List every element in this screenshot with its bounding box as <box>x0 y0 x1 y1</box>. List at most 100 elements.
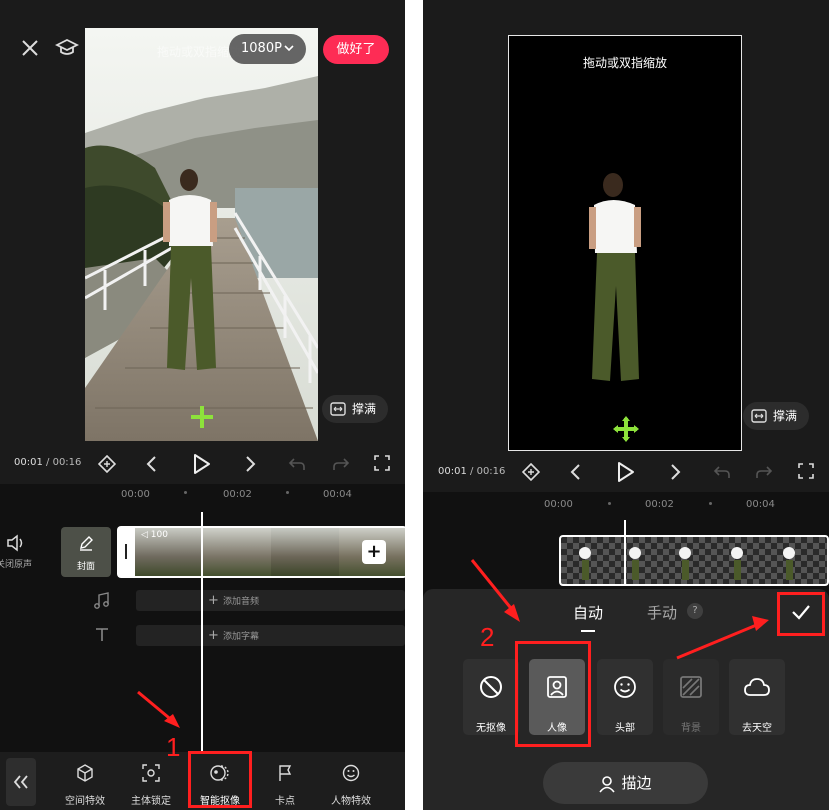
smile-face-icon <box>613 675 637 699</box>
tab-indicator <box>581 630 595 632</box>
add-caption-label: 添加字幕 <box>223 632 260 642</box>
right-cutout-screen: 拖动或双指缩放 撑满 00:01 / 00:16 00:00 00:02 00:… <box>423 0 829 810</box>
time-current: 00:01 <box>438 466 467 477</box>
fill-button[interactable]: 撑满 <box>743 402 809 430</box>
resolution-value: 1080P <box>241 41 282 56</box>
playhead[interactable] <box>201 512 203 757</box>
cutout-clip[interactable] <box>559 535 829 586</box>
clip-volume: ◁ 100 <box>141 530 168 540</box>
redo-icon[interactable] <box>332 455 350 473</box>
timeline-dot <box>709 502 712 505</box>
tool-label: 空间特效 <box>65 796 105 807</box>
done-button[interactable]: 做好了 <box>323 35 389 64</box>
time-separator: / <box>470 466 474 477</box>
move-marker-icon[interactable] <box>190 405 214 429</box>
focus-target-icon <box>142 764 160 782</box>
undo-icon[interactable] <box>288 455 306 473</box>
music-note-icon <box>93 592 111 610</box>
option-no-cutout[interactable]: 无抠像 <box>463 659 519 735</box>
tool-smart-cutout[interactable]: 智能抠像 <box>192 764 248 807</box>
tool-label: 人物特效 <box>331 796 371 807</box>
prohibited-icon <box>479 675 503 699</box>
time-readout: 00:01 / 00:16 <box>438 466 505 477</box>
next-frame-icon[interactable] <box>668 463 682 481</box>
option-label: 人像 <box>547 723 567 734</box>
play-icon[interactable] <box>193 453 211 475</box>
playhead[interactable] <box>624 520 626 586</box>
tool-label: 智能抠像 <box>200 796 240 807</box>
clip-volume-value: 100 <box>150 530 168 540</box>
fullscreen-icon[interactable] <box>374 455 390 471</box>
time-separator: / <box>46 457 50 468</box>
fullscreen-icon[interactable] <box>798 463 814 479</box>
prev-frame-icon[interactable] <box>569 463 583 481</box>
speaker-icon[interactable] <box>6 534 26 552</box>
check-icon[interactable] <box>791 603 811 621</box>
tool-people-effect[interactable]: 人物特效 <box>326 764 376 807</box>
tutorial-cap-icon[interactable] <box>55 38 79 58</box>
timeline-tick: 00:04 <box>323 489 352 500</box>
left-editor-screen: 拖动或双指缩放 1080P 做好了 撑满 00:01 / 00:16 00:00… <box>0 0 405 810</box>
tool-space-effect[interactable]: 空间特效 <box>60 764 110 807</box>
fill-label: 撑满 <box>352 402 377 416</box>
prev-frame-icon[interactable] <box>145 455 159 473</box>
next-frame-icon[interactable] <box>243 455 257 473</box>
add-audio-track[interactable]: + 添加音频 <box>136 590 405 611</box>
play-icon[interactable] <box>617 461 635 483</box>
add-audio-label: 添加音频 <box>223 597 260 607</box>
timeline-tick: 00:00 <box>544 499 573 510</box>
annotation-number: 2 <box>480 622 495 652</box>
cutout-icon <box>210 764 230 782</box>
timeline-dot <box>608 502 611 505</box>
keyframe-icon[interactable] <box>98 455 116 473</box>
clip-frame <box>271 528 339 576</box>
clip-handle-left[interactable] <box>125 544 127 559</box>
cutout-preview[interactable]: 拖动或双指缩放 <box>508 35 742 451</box>
annotation-number: 1 <box>166 732 181 762</box>
video-clip[interactable]: ◁ 100 + <box>117 526 405 578</box>
cover-thumb[interactable]: 封面 <box>61 527 111 577</box>
video-preview[interactable]: 拖动或双指缩放 <box>85 28 318 441</box>
move-cross-icon[interactable] <box>613 416 639 442</box>
background-slash-icon <box>679 675 703 699</box>
undo-icon[interactable] <box>713 463 731 481</box>
clip-person-frames <box>579 547 795 580</box>
time-total: 00:16 <box>476 466 506 477</box>
text-icon <box>94 626 110 642</box>
outline-button[interactable]: 描边 <box>543 762 708 804</box>
tool-beat[interactable]: 卡点 <box>260 764 310 807</box>
fill-button[interactable]: 撑满 <box>322 395 388 423</box>
tab-auto[interactable]: 自动 <box>573 602 603 623</box>
option-head[interactable]: 头部 <box>597 659 653 735</box>
flag-icon <box>277 764 293 782</box>
add-caption-track[interactable]: + 添加字幕 <box>136 625 405 646</box>
outline-label: 描边 <box>621 774 652 792</box>
collapse-button[interactable] <box>6 758 36 806</box>
option-remove-sky[interactable]: 去天空 <box>729 659 785 735</box>
fill-icon <box>751 408 767 424</box>
option-label: 头部 <box>615 723 635 734</box>
option-background[interactable]: 背景 <box>663 659 719 735</box>
clip-frame <box>203 528 271 576</box>
time-current: 00:01 <box>14 457 43 468</box>
person-outline-icon <box>599 775 616 793</box>
smile-icon <box>342 764 360 782</box>
timeline-tick: 00:02 <box>645 499 674 510</box>
timeline-tick: 00:04 <box>746 499 775 510</box>
close-icon[interactable] <box>20 38 40 58</box>
option-label: 去天空 <box>742 723 772 734</box>
add-clip-button[interactable]: + <box>362 540 386 564</box>
fill-label: 撑满 <box>773 409 798 423</box>
time-readout: 00:01 / 00:16 <box>14 457 81 468</box>
redo-icon[interactable] <box>755 463 773 481</box>
timeline-dot <box>286 491 289 494</box>
preview-hint: 拖动或双指缩放 <box>582 56 667 70</box>
cloud-icon <box>744 677 770 697</box>
timeline-tick: 00:02 <box>223 489 252 500</box>
resolution-dropdown[interactable]: 1080P <box>229 34 306 64</box>
tool-subject-lock[interactable]: 主体锁定 <box>126 764 176 807</box>
tool-label: 主体锁定 <box>131 796 171 807</box>
keyframe-icon[interactable] <box>522 463 540 481</box>
option-portrait[interactable]: 人像 <box>529 659 585 735</box>
add-icon: + <box>208 628 224 643</box>
